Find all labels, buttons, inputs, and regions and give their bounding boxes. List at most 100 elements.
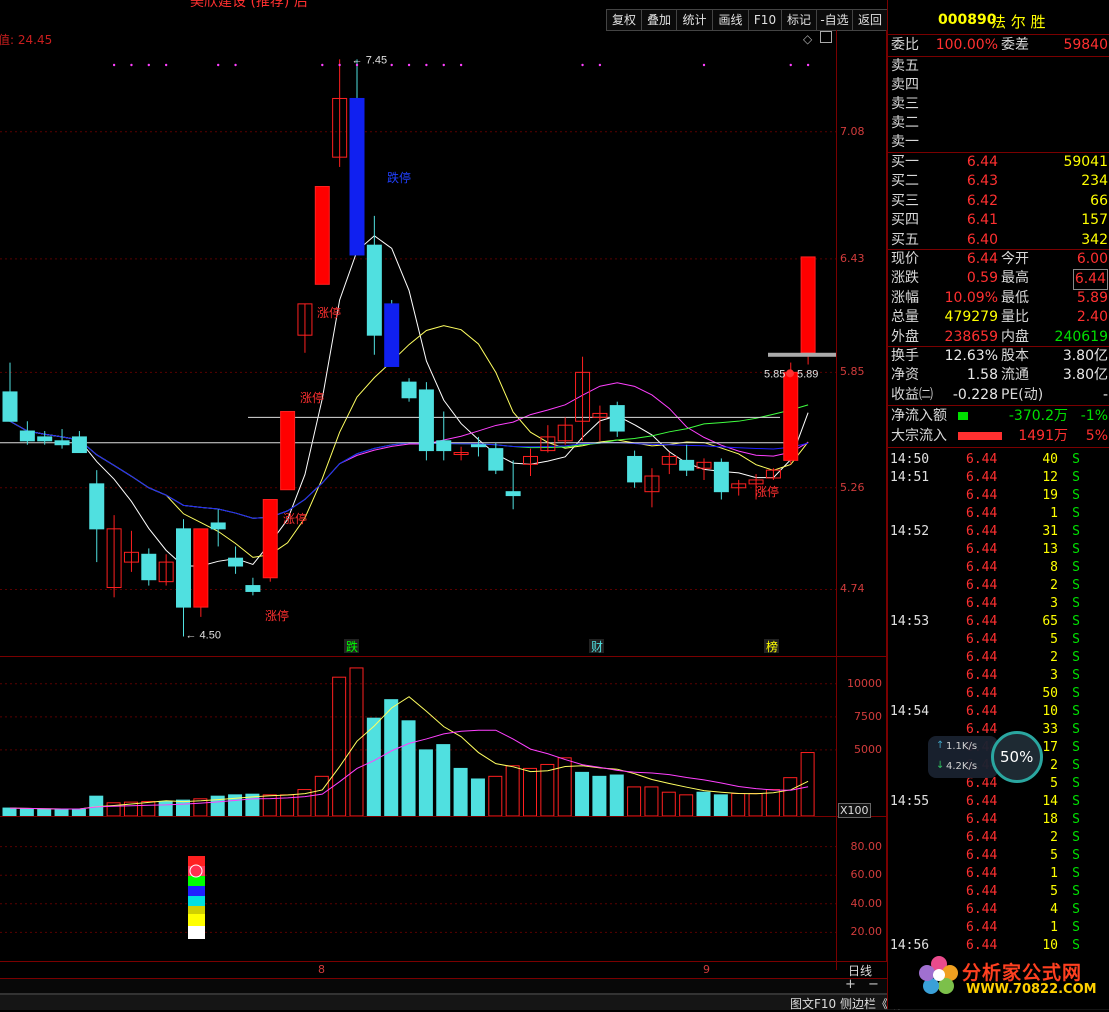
candle-body[interactable]: [176, 528, 191, 608]
volume-bar[interactable]: [366, 717, 381, 816]
candle-body[interactable]: [609, 405, 625, 432]
toolbar-button-6[interactable]: -自选: [816, 9, 853, 31]
candle-body[interactable]: [141, 553, 157, 581]
toolbar-button-7[interactable]: 返回: [852, 9, 888, 31]
buy-level-label: 买二: [891, 173, 919, 190]
candle-body[interactable]: [19, 430, 35, 442]
volume-bar[interactable]: [523, 767, 537, 816]
volume-bar[interactable]: [37, 808, 52, 816]
volume-bar[interactable]: [54, 809, 69, 816]
candle-body[interactable]: [262, 499, 278, 579]
candle-body[interactable]: [245, 585, 261, 592]
volume-bar[interactable]: [748, 793, 763, 816]
toolbar-button-5[interactable]: 标记: [781, 9, 817, 31]
tick-side: S: [1072, 686, 1080, 701]
candle-body[interactable]: [401, 381, 417, 399]
buy-level-row[interactable]: 买五 6.40 342: [888, 231, 1109, 250]
candle-body[interactable]: [679, 459, 695, 471]
volume-bar[interactable]: [453, 767, 468, 816]
candle-body[interactable]: [280, 410, 296, 491]
volume-bar[interactable]: [644, 786, 659, 816]
volume-bar[interactable]: [2, 807, 17, 816]
candle-body[interactable]: [436, 440, 452, 452]
tick-row: 6.44 1 S: [888, 505, 1109, 523]
volume-bar[interactable]: [627, 786, 642, 816]
volume-bar[interactable]: [384, 699, 399, 816]
toolbar-button-2[interactable]: 统计: [676, 9, 713, 31]
signal-dot: [425, 63, 428, 67]
candle-body[interactable]: [627, 455, 643, 483]
tick-price: 6.44: [966, 902, 998, 917]
volume-bar[interactable]: [505, 765, 520, 816]
scroll-left-icon[interactable]: +: [845, 977, 856, 992]
signal-dot: [321, 63, 324, 67]
limit-up-label: 涨停: [283, 511, 307, 526]
volume-bar[interactable]: [401, 720, 416, 816]
toolbar-button-0[interactable]: 复权: [606, 9, 642, 31]
volume-bar[interactable]: [314, 775, 329, 816]
volume-bar[interactable]: [332, 676, 347, 816]
candle-body[interactable]: [783, 371, 799, 461]
candle-body[interactable]: [384, 303, 400, 367]
volume-bar[interactable]: [418, 749, 433, 816]
candle-body[interactable]: [314, 186, 330, 285]
quote-label: 涨幅: [891, 289, 919, 306]
volume-bar[interactable]: [436, 744, 451, 816]
toolbar-button-1[interactable]: 叠加: [641, 9, 677, 31]
buy-level-row[interactable]: 买三 6.42 66: [888, 192, 1109, 211]
sell-level-row: 卖一: [888, 133, 1109, 152]
signal-dot: [164, 63, 168, 67]
volume-bar[interactable]: [609, 774, 624, 816]
volume-bar[interactable]: [488, 775, 503, 816]
toolbar-button-3[interactable]: 画线: [712, 9, 749, 31]
scroll-bar[interactable]: + −: [0, 977, 887, 994]
candle-body[interactable]: [37, 436, 53, 442]
candle-body[interactable]: [366, 244, 382, 336]
candle-body[interactable]: [89, 483, 105, 530]
tick-row: 6.44 5 S: [888, 883, 1109, 901]
candle-body[interactable]: [349, 97, 365, 256]
candle-body[interactable]: [505, 491, 521, 497]
volume-bar[interactable]: [540, 763, 555, 816]
cpu-gauge[interactable]: 50%: [991, 731, 1043, 783]
candle-body[interactable]: [470, 444, 486, 448]
low-price-label: ← 4.50: [186, 629, 221, 641]
volume-bar[interactable]: [71, 808, 86, 816]
volume-bar[interactable]: [696, 791, 711, 816]
volume-bar[interactable]: [575, 771, 590, 816]
signal-dot: [598, 63, 602, 67]
candle-body[interactable]: [210, 522, 226, 530]
scroll-right-icon[interactable]: −: [868, 977, 879, 992]
network-speed-widget[interactable]: 1.1K/s ↑ 4.2K/s ↓: [928, 736, 998, 778]
volume-bar[interactable]: [679, 794, 694, 816]
volume-bar[interactable]: [661, 791, 676, 816]
quote-label: 涨跌: [891, 270, 919, 287]
volume-bar[interactable]: [592, 775, 607, 816]
tick-volume: 13: [1042, 542, 1058, 557]
volume-bar[interactable]: [19, 808, 34, 816]
candle-body[interactable]: [488, 448, 504, 471]
candle-body[interactable]: [800, 256, 816, 354]
volume-bar[interactable]: [158, 800, 173, 816]
candle-body[interactable]: [2, 391, 18, 422]
volume-bar[interactable]: [783, 777, 798, 816]
buy-level-row[interactable]: 买一 6.44 59041: [888, 153, 1109, 172]
candle-body[interactable]: [228, 557, 244, 567]
volume-bar[interactable]: [731, 793, 746, 816]
candle-body[interactable]: [193, 528, 209, 608]
volume-bar[interactable]: [176, 799, 190, 816]
buy-level-row[interactable]: 买四 6.41 157: [888, 211, 1109, 230]
fund-label: PE(动): [1001, 386, 1044, 403]
volume-bar[interactable]: [141, 800, 156, 816]
limit-down-label: 跌停: [387, 170, 411, 185]
volume-bar[interactable]: [713, 794, 728, 816]
tick-price: 6.44: [966, 524, 998, 539]
candle-body[interactable]: [713, 461, 729, 493]
volume-bar[interactable]: [470, 778, 485, 816]
buy-level-row[interactable]: 买二 6.43 234: [888, 172, 1109, 191]
toolbar-button-4[interactable]: F10: [748, 9, 782, 31]
candle-body[interactable]: [418, 389, 434, 452]
candle-body[interactable]: [71, 436, 87, 454]
sidebar-tab[interactable]: 图文F10 侧边栏《: [790, 995, 888, 1012]
candle-body[interactable]: [54, 440, 70, 446]
